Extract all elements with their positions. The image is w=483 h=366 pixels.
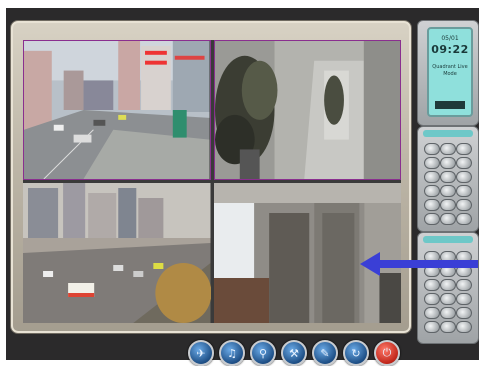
keypad-button[interactable] [440, 293, 456, 305]
keypad-button[interactable] [424, 171, 440, 183]
toolbar-run-button[interactable]: ✈ [188, 340, 214, 366]
keypad-button[interactable] [456, 199, 472, 211]
keypad-button[interactable] [440, 307, 456, 319]
monitor-frame [10, 20, 412, 334]
keypad-button[interactable] [424, 143, 440, 155]
camera-3-view[interactable] [23, 183, 211, 323]
keypad-button[interactable] [456, 157, 472, 169]
keypad-button[interactable] [440, 279, 456, 291]
keypad-button[interactable] [424, 307, 440, 319]
camera-select-strip[interactable] [423, 130, 473, 137]
keypad-button[interactable] [456, 185, 472, 197]
lcd-display: 05/01 09:22 Quadrant Live Mode [427, 27, 473, 117]
city-street-image [24, 41, 210, 179]
refresh-icon: ↻ [351, 346, 361, 360]
layout-panel [417, 232, 479, 344]
corridor-image [214, 41, 400, 179]
keypad-button[interactable] [440, 157, 456, 169]
lcd-time: 09:22 [431, 43, 469, 56]
toolbar-search-button[interactable]: ⚲ [250, 340, 276, 366]
keypad-button[interactable] [440, 199, 456, 211]
pointer-arrow-icon [360, 252, 478, 276]
search-icon: ⚲ [258, 346, 268, 360]
keypad-button[interactable] [440, 171, 456, 183]
toolbar-refresh-button[interactable]: ↻ [343, 340, 369, 366]
camera-grid [23, 40, 401, 323]
keypad-button[interactable] [424, 213, 440, 225]
camera-1-view[interactable] [23, 40, 211, 180]
lcd-bar [435, 101, 465, 109]
keypad-button[interactable] [456, 321, 472, 333]
keypad-button[interactable] [424, 321, 440, 333]
keypad-button[interactable] [440, 143, 456, 155]
toolbar-power-button[interactable]: ⏻ [374, 340, 400, 366]
camera-select-panel [417, 126, 479, 232]
lcd-mode: Quadrant Live Mode [432, 64, 468, 77]
keypad-button[interactable] [456, 213, 472, 225]
keypad-button[interactable] [424, 199, 440, 211]
mic-icon: ✎ [320, 346, 330, 360]
highway-image [23, 183, 211, 323]
layout-select-strip[interactable] [423, 236, 473, 243]
keypad-button[interactable] [456, 279, 472, 291]
keypad-button[interactable] [440, 185, 456, 197]
keypad-button[interactable] [424, 185, 440, 197]
lcd-date: 05/01 [441, 35, 459, 42]
keypad-button[interactable] [456, 171, 472, 183]
toolbar-audio-button[interactable]: ♫ [219, 340, 245, 366]
run-icon: ✈ [196, 346, 206, 360]
keypad-button[interactable] [456, 293, 472, 305]
keypad-button[interactable] [440, 213, 456, 225]
speaker-icon: ♫ [227, 346, 237, 360]
keypad-button[interactable] [440, 321, 456, 333]
status-panel: 05/01 09:22 Quadrant Live Mode [417, 20, 479, 126]
keypad-button[interactable] [424, 279, 440, 291]
toolbar-mic-button[interactable]: ✎ [312, 340, 338, 366]
keypad-button[interactable] [456, 307, 472, 319]
camera-2-view[interactable] [213, 40, 401, 180]
keypad-button[interactable] [456, 143, 472, 155]
toolbar-tools-button[interactable]: ⚒ [281, 340, 307, 366]
dvr-window: 05/01 09:22 Quadrant Live Mode ✈ ♫ ⚲ ⚒ ✎… [6, 8, 479, 366]
hammer-icon: ⚒ [289, 346, 299, 360]
power-icon: ⏻ [382, 346, 392, 359]
keypad-button[interactable] [424, 293, 440, 305]
keypad-button[interactable] [424, 157, 440, 169]
